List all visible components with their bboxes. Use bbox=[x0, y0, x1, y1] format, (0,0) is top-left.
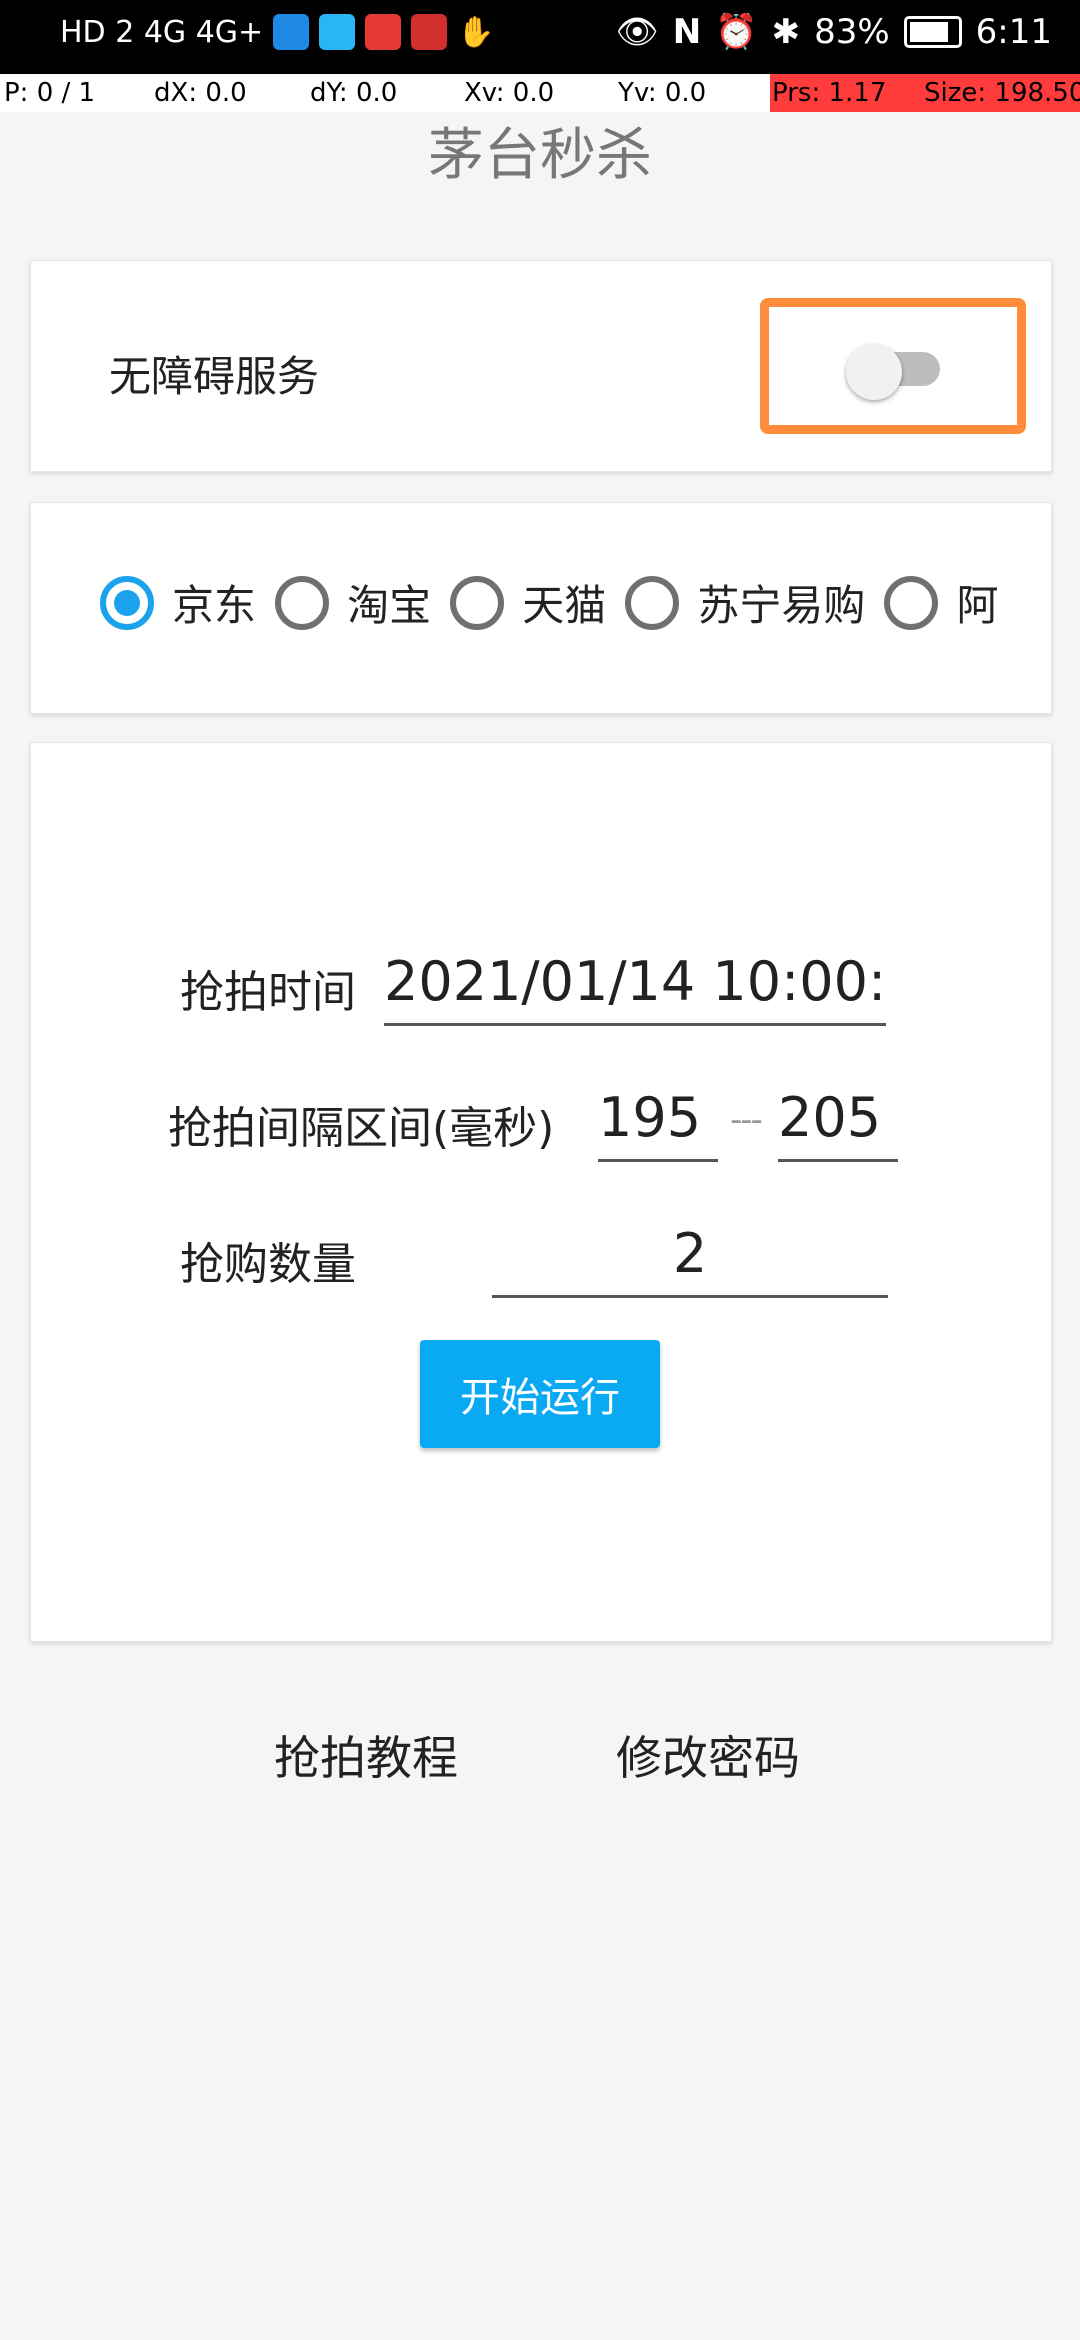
delta-x: dX: 0.0 bbox=[154, 78, 247, 108]
accessibility-label: 无障碍服务 bbox=[109, 352, 320, 401]
pointer-count: P: 0 / 1 bbox=[4, 78, 96, 108]
radio-unchecked-icon bbox=[625, 575, 680, 630]
alarm-icon: ⏰ bbox=[715, 12, 758, 52]
battery-icon bbox=[903, 16, 962, 48]
app-icon-red-2 bbox=[411, 14, 448, 50]
interval-separator: --- bbox=[730, 1100, 763, 1140]
radio-more[interactable]: 阿 bbox=[884, 572, 998, 633]
app-icon-bulb bbox=[319, 14, 356, 50]
switch-thumb bbox=[846, 344, 902, 400]
radio-unchecked-icon bbox=[275, 575, 330, 630]
tutorial-link[interactable]: 抢拍教程 bbox=[274, 1722, 458, 1788]
pointer-location-bar: P: 0 / 1 dX: 0.0 dY: 0.0 Xv: 0.0 Yv: 0.0… bbox=[0, 74, 1080, 112]
radio-label: 阿 bbox=[956, 581, 999, 630]
quantity-label: 抢购数量 bbox=[180, 1239, 356, 1290]
eye-icon: 👁 bbox=[615, 12, 659, 52]
page-title: 茅台秒杀 bbox=[428, 123, 652, 188]
radio-unchecked-icon bbox=[450, 575, 505, 630]
start-button[interactable]: 开始运行 bbox=[420, 1340, 660, 1448]
pressure: Prs: 1.17 bbox=[772, 78, 887, 108]
time-input[interactable] bbox=[384, 946, 886, 1026]
radio-suning[interactable]: 苏宁易购 bbox=[625, 572, 865, 633]
radio-label: 京东 bbox=[172, 581, 257, 630]
radio-label: 淘宝 bbox=[347, 581, 432, 630]
app-icon-blue bbox=[273, 14, 310, 50]
accessibility-switch[interactable] bbox=[846, 344, 940, 400]
clock: 6:11 bbox=[975, 12, 1052, 52]
status-bar: HD 2 4G 4G+ ✋ 👁 N ⏰ ✱ 83% 6:11 bbox=[0, 0, 1080, 74]
delta-y: dY: 0.0 bbox=[310, 78, 398, 108]
nfc-icon: N bbox=[672, 12, 702, 52]
status-bar-left: HD 2 4G 4G+ ✋ bbox=[60, 14, 495, 50]
interval-min-input[interactable] bbox=[598, 1082, 718, 1162]
radio-unchecked-icon bbox=[884, 575, 939, 630]
radio-label: 天猫 bbox=[522, 581, 607, 630]
app-icon-red bbox=[365, 14, 402, 50]
change-password-link[interactable]: 修改密码 bbox=[616, 1722, 800, 1788]
battery-percent: 83% bbox=[814, 12, 890, 52]
interval-max-input[interactable] bbox=[778, 1082, 898, 1162]
bluetooth-icon: ✱ bbox=[771, 12, 801, 52]
platform-radio-group: 京东 淘宝 天猫 苏宁易购 阿 bbox=[100, 572, 1000, 642]
radio-taobao[interactable]: 淘宝 bbox=[275, 572, 431, 633]
radio-jd[interactable]: 京东 bbox=[100, 572, 256, 633]
radio-tmall[interactable]: 天猫 bbox=[450, 572, 606, 633]
status-bar-right: 👁 N ⏰ ✱ 83% 6:11 bbox=[616, 12, 1052, 52]
radio-label: 苏宁易购 bbox=[697, 581, 866, 630]
interval-label: 抢拍间隔区间(毫秒) bbox=[168, 1103, 555, 1154]
time-label: 抢拍时间 bbox=[180, 967, 356, 1018]
battery-fill bbox=[909, 22, 948, 42]
quantity-input[interactable] bbox=[492, 1218, 888, 1298]
hand-icon: ✋ bbox=[457, 14, 495, 50]
velocity-y: Yv: 0.0 bbox=[618, 78, 707, 108]
touch-size: Size: 198.50 bbox=[924, 78, 1080, 108]
velocity-x: Xv: 0.0 bbox=[464, 78, 555, 108]
radio-checked-icon bbox=[100, 575, 154, 630]
form-card bbox=[30, 742, 1052, 1642]
network-indicator: HD 2 4G 4G+ bbox=[60, 14, 264, 50]
